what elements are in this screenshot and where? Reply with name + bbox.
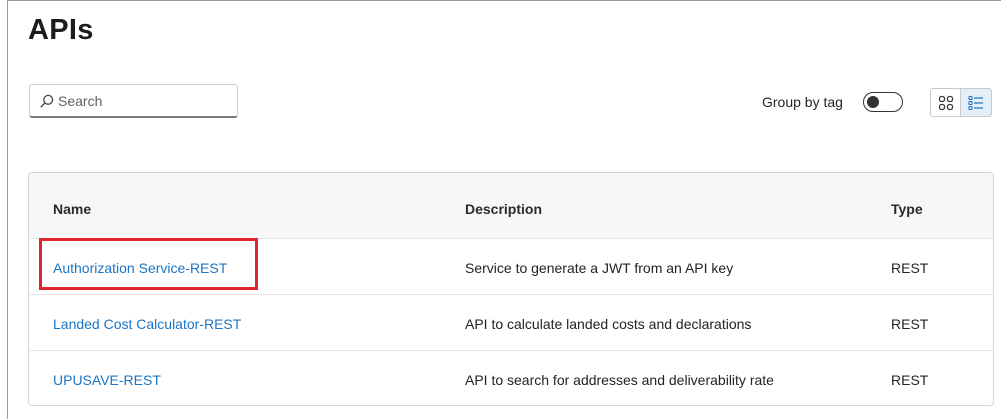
grid-view-button[interactable] [930,88,961,117]
column-header-type[interactable]: Type [891,201,923,217]
api-description: API to calculate landed costs and declar… [465,316,752,332]
api-name-link[interactable]: Authorization Service-REST [53,260,227,276]
api-type: REST [891,260,929,276]
page-title: APIs [28,14,94,46]
search-input[interactable] [58,92,228,109]
list-view-icon [968,95,984,111]
group-by-tag-toggle[interactable] [863,92,903,112]
api-type: REST [891,372,929,388]
table-row: UPUSAVE-REST API to search for addresses… [29,351,993,405]
table-header: Name Description Type [29,173,993,239]
api-description: API to search for addresses and delivera… [465,372,774,388]
search-icon [40,94,54,108]
group-by-tag-label: Group by tag [762,94,843,110]
table-row: Authorization Service-REST Service to ge… [29,239,993,295]
grid-view-icon [938,95,954,111]
api-description: Service to generate a JWT from an API ke… [465,260,734,276]
table-row: Landed Cost Calculator-REST API to calcu… [29,295,993,351]
toggle-knob [867,95,879,108]
column-header-name[interactable]: Name [53,201,91,217]
api-name-link[interactable]: Landed Cost Calculator-REST [53,316,241,332]
api-type: REST [891,316,929,332]
api-table: Name Description Type Authorization Serv… [28,172,994,406]
column-header-description[interactable]: Description [465,201,542,217]
list-view-button[interactable] [961,88,992,117]
api-name-link[interactable]: UPUSAVE-REST [53,372,161,388]
search-box[interactable] [29,84,238,118]
